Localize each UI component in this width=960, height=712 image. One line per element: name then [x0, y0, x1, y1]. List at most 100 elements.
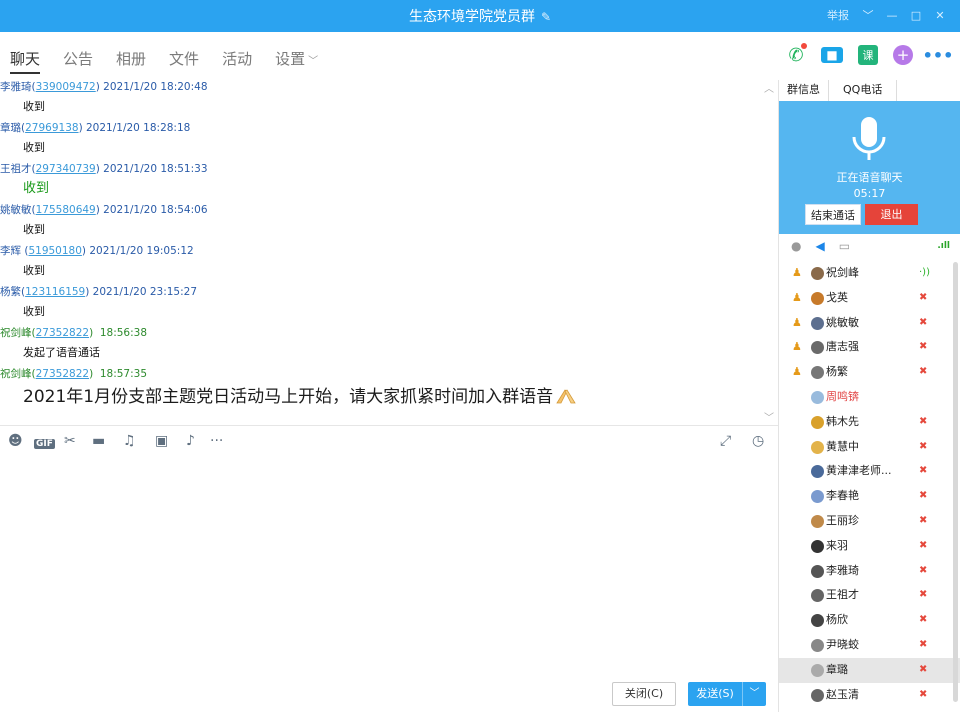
mic-muted-icon: ✖: [919, 341, 928, 353]
avatar[interactable]: [811, 638, 824, 652]
avatar[interactable]: [811, 390, 824, 404]
tab-activity[interactable]: 活动: [222, 48, 252, 72]
tab-settings[interactable]: 设置 ﹀: [275, 48, 318, 72]
course-icon[interactable]: 课: [858, 45, 878, 65]
message: 章璐(27969138) 2021/1/20 18:28:18 收到: [0, 121, 778, 162]
tab-group-info[interactable]: 群信息: [779, 80, 829, 101]
message-header: 李雅琦(339009472) 2021/1/20 18:20:48: [0, 81, 208, 93]
member-row[interactable]: 王丽珍 ✖: [779, 509, 960, 534]
microphone-icon[interactable]: ●: [791, 239, 801, 253]
message-list[interactable]: 李雅琦(339009472) 2021/1/20 18:20:48 收到 章璐(…: [0, 80, 778, 426]
sender-qq-link[interactable]: 339009472: [36, 81, 96, 93]
member-row[interactable]: 来羽 ✖: [779, 534, 960, 559]
member-name: 王祖才: [826, 588, 859, 602]
member-row[interactable]: 李春艳 ✖: [779, 484, 960, 509]
speaker-icon[interactable]: ◀: [815, 239, 824, 253]
folder-icon[interactable]: ▬: [92, 433, 105, 449]
more-dots-icon[interactable]: ···: [210, 433, 223, 449]
avatar[interactable]: [811, 341, 824, 355]
message-time: 2021/1/20 18:20:48: [103, 81, 208, 93]
music-icon[interactable]: ♫: [123, 433, 136, 449]
camera-icon[interactable]: ▭: [839, 239, 850, 253]
top-tools: ✆ ■ 课 + •••: [786, 43, 954, 66]
send-button[interactable]: 发送(S) ﹀: [688, 682, 766, 706]
minimize-button[interactable]: —: [880, 9, 904, 22]
expand-icon[interactable]: ⤢: [720, 433, 731, 449]
message: 杨繁(123116159) 2021/1/20 23:15:27 收到: [0, 285, 778, 326]
member-row[interactable]: ♟ 杨繁 ✖: [779, 360, 960, 385]
history-clock-icon[interactable]: ◷: [752, 433, 764, 449]
member-row[interactable]: ♟ 唐志强 ✖: [779, 335, 960, 360]
emoji-icon[interactable]: ☻: [8, 433, 23, 449]
member-row[interactable]: 章璐 ✖: [779, 657, 960, 683]
avatar[interactable]: [811, 415, 824, 429]
message-header: 王祖才(297340739) 2021/1/20 18:51:33: [0, 163, 208, 175]
member-row[interactable]: ♟ 戈英 ✖: [779, 286, 960, 311]
member-list-scrollbar[interactable]: [953, 262, 958, 702]
member-list[interactable]: ♟ 祝剑峰 ·)) ♟ 戈英 ✖ ♟ 姚敏敏 ✖ ♟ 唐志强 ✖ ♟ 杨繁 ✖ 周鸣锛 韩木先 ✖ 黄慧中 ✖ 黄津津老…: [779, 261, 960, 712]
message: 李辉 (51950180) 2021/1/20 19:05:12 收到: [0, 244, 778, 285]
chevron-down-icon[interactable]: ﹀: [856, 7, 880, 23]
avatar[interactable]: [811, 589, 824, 603]
sender-qq-link[interactable]: 123116159: [25, 286, 85, 298]
end-call-button[interactable]: 结束通话: [805, 204, 861, 225]
sender-qq-link[interactable]: 27969138: [25, 122, 78, 134]
tab-album[interactable]: 相册: [116, 48, 146, 72]
tab-files[interactable]: 文件: [169, 48, 199, 72]
avatar[interactable]: [811, 564, 824, 578]
member-row[interactable]: 黄津津老师... ✖: [779, 459, 960, 484]
avatar[interactable]: [811, 366, 824, 380]
avatar[interactable]: [811, 440, 824, 454]
sender-qq-link[interactable]: 51950180: [28, 245, 81, 257]
member-row[interactable]: 尹晓蛟 ✖: [779, 633, 960, 658]
more-icon[interactable]: •••: [923, 45, 954, 65]
tab-qq-call[interactable]: QQ电话: [829, 80, 898, 101]
member-row[interactable]: 杨欣 ✖: [779, 608, 960, 633]
member-row[interactable]: 赵玉清 ✖: [779, 683, 960, 708]
sender-qq-link[interactable]: 27352822: [36, 327, 89, 339]
member-row[interactable]: 李雅琦 ✖: [779, 559, 960, 584]
video-call-icon[interactable]: ■: [821, 47, 843, 63]
bell-icon[interactable]: ♪: [186, 433, 195, 449]
tab-announcement[interactable]: 公告: [63, 48, 93, 72]
sender-qq-link[interactable]: 175580649: [36, 204, 96, 216]
send-options-dropdown[interactable]: ﹀: [742, 682, 766, 706]
avatar[interactable]: [811, 663, 824, 677]
message-input[interactable]: [0, 455, 778, 680]
mic-muted-icon: ✖: [919, 440, 928, 452]
report-button[interactable]: 举报: [820, 7, 856, 23]
avatar[interactable]: [811, 490, 824, 504]
image-icon[interactable]: ▣: [155, 433, 168, 449]
member-row[interactable]: 周鸣锛: [779, 385, 960, 410]
mic-muted-icon: ✖: [919, 514, 928, 526]
avatar[interactable]: [811, 514, 824, 528]
close-window-button[interactable]: ✕: [928, 9, 952, 22]
avatar[interactable]: [811, 614, 824, 628]
avatar[interactable]: [811, 465, 824, 479]
close-button[interactable]: 关闭(C): [612, 682, 676, 706]
member-row[interactable]: ♟ 祝剑峰 ·)): [779, 261, 960, 286]
avatar[interactable]: [811, 316, 824, 330]
scroll-up-icon[interactable]: ︿: [764, 80, 774, 95]
screenshot-scissors-icon[interactable]: ✂: [64, 433, 76, 449]
message-text: 收到: [23, 181, 50, 196]
maximize-button[interactable]: □: [904, 9, 928, 22]
member-row[interactable]: 黄慧中 ✖: [779, 435, 960, 460]
member-row[interactable]: 王祖才 ✖: [779, 583, 960, 608]
quit-call-button[interactable]: 退出: [865, 204, 918, 225]
avatar[interactable]: [811, 688, 824, 702]
avatar[interactable]: [811, 267, 824, 280]
phone-call-icon[interactable]: ✆: [786, 43, 807, 66]
add-app-icon[interactable]: +: [893, 45, 913, 65]
avatar[interactable]: [811, 539, 824, 553]
scroll-down-icon[interactable]: ﹀: [764, 409, 774, 424]
sender-qq-link[interactable]: 27352822: [36, 368, 89, 380]
input-toolbar: ☻ GIF ✂ ▬ ♫ ▣ ♪ ··· ⤢ ◷: [0, 427, 778, 455]
pencil-icon[interactable]: ✎: [541, 10, 551, 24]
member-row[interactable]: 韩木先 ✖: [779, 410, 960, 435]
gif-icon[interactable]: GIF: [34, 434, 55, 450]
avatar[interactable]: [811, 291, 824, 305]
member-row[interactable]: ♟ 姚敏敏 ✖: [779, 311, 960, 336]
tab-chat[interactable]: 聊天: [10, 48, 41, 74]
sender-qq-link[interactable]: 297340739: [36, 163, 96, 175]
